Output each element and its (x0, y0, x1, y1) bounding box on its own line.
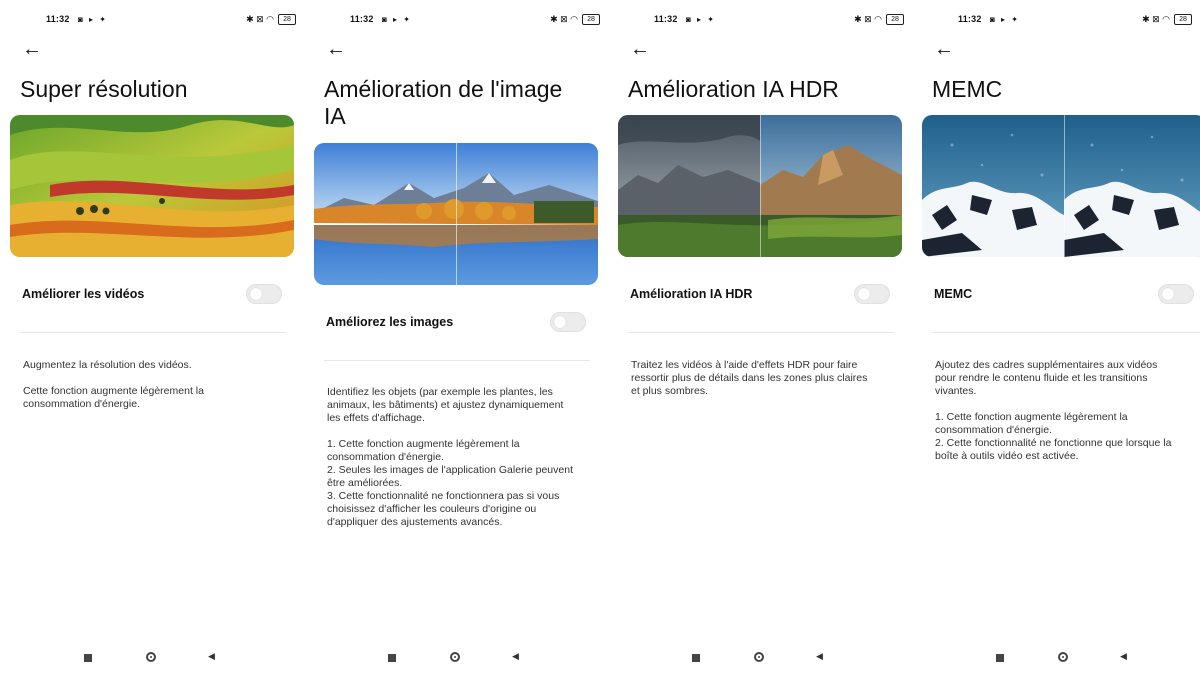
page-title: Amélioration de l'image IA (324, 76, 594, 130)
back-arrow-icon[interactable]: ← (326, 38, 346, 60)
toggle-label: MEMC (934, 287, 973, 301)
description-paragraph: Ajoutez des cadres supplémentaires aux v… (935, 359, 1158, 397)
recents-button[interactable] (84, 654, 92, 662)
navigation-bar: ◀ (912, 648, 1200, 670)
description-paragraph: 1. Cette fonction augmente légèrement la… (327, 438, 573, 528)
notification-icons: ◙ ▸ ✦ (686, 15, 716, 24)
system-icons: ✱ ⊠ ◠ 28 (854, 14, 904, 25)
status-bar: 11:32 ◙ ▸ ✦ ✱ ⊠ ◠ 28 (36, 14, 298, 28)
recents-button[interactable] (388, 654, 396, 662)
description-paragraph: Identifiez les objets (par exemple les p… (327, 386, 564, 424)
switch-knob (1162, 288, 1174, 300)
enhance-images-row[interactable]: Améliorez les images (326, 312, 590, 334)
page-title: Amélioration IA HDR (628, 76, 898, 103)
status-time: 11:32 (46, 14, 70, 24)
system-icons: ✱ ⊠ ◠ 28 (550, 14, 600, 25)
page-title-text: Super résolution (20, 76, 188, 102)
page-title: Super résolution (20, 76, 290, 103)
description: Identifiez les objets (par exemple les p… (327, 386, 589, 529)
switch-knob (858, 288, 870, 300)
description-paragraph: Augmentez la résolution des vidéos. (23, 359, 192, 371)
divider (932, 332, 1200, 333)
description: Traitez les vidéos à l'aide d'effets HDR… (631, 359, 893, 398)
back-button[interactable]: ◀ (1120, 651, 1127, 662)
back-arrow-icon[interactable]: ← (934, 38, 954, 60)
description: Ajoutez des cadres supplémentaires aux v… (935, 359, 1197, 463)
battery-icon: 28 (886, 14, 904, 25)
page-title: MEMC (932, 76, 1200, 103)
back-button[interactable]: ◀ (208, 651, 215, 662)
description-paragraph: Traitez les vidéos à l'aide d'effets HDR… (631, 359, 868, 397)
divider (628, 332, 894, 333)
description: Augmentez la résolution des vidéos. Cett… (23, 359, 285, 411)
back-arrow-icon[interactable]: ← (630, 38, 650, 60)
navigation-bar: ◀ (608, 648, 912, 670)
home-button[interactable] (146, 652, 156, 662)
back-arrow-icon[interactable]: ← (22, 38, 42, 60)
battery-icon: 28 (278, 14, 296, 25)
back-button[interactable]: ◀ (512, 651, 519, 662)
navigation-bar: ◀ (0, 648, 304, 670)
page-title-text: Amélioration IA HDR (628, 76, 839, 102)
page-title-text: MEMC (932, 76, 1003, 102)
recents-button[interactable] (996, 654, 1004, 662)
screen-ai-hdr-enhancement: 11:32 ◙ ▸ ✦ ✱ ⊠ ◠ 28 ← Amélioration IA H… (608, 0, 912, 675)
status-bar: 11:32 ◙ ▸ ✦ ✱ ⊠ ◠ 28 (948, 14, 1194, 28)
battery-icon: 28 (1174, 14, 1192, 25)
enhance-videos-row[interactable]: Améliorer les vidéos (22, 284, 286, 306)
screen-ai-image-enhancement: 11:32 ◙ ▸ ✦ ✱ ⊠ ◠ 28 ← Amélioration de l… (304, 0, 608, 675)
ai-hdr-switch[interactable] (854, 284, 890, 304)
toggle-label: Amélioration IA HDR (630, 287, 753, 301)
description-paragraph: Cette fonction augmente légèrement la co… (23, 385, 204, 410)
home-button[interactable] (1058, 652, 1068, 662)
divider (20, 332, 286, 333)
notification-icons: ◙ ▸ ✦ (382, 15, 412, 24)
notification-icons: ◙ ▸ ✦ (78, 15, 108, 24)
divider (324, 360, 590, 361)
status-bar: 11:32 ◙ ▸ ✦ ✱ ⊠ ◠ 28 (340, 14, 602, 28)
description-paragraph: 1. Cette fonction augmente légèrement la… (935, 411, 1172, 462)
memc-row[interactable]: MEMC (934, 284, 1198, 306)
screen-super-resolution: 11:32 ◙ ▸ ✦ ✱ ⊠ ◠ 28 ← Super résolution … (0, 0, 304, 675)
page-title-text: Amélioration de l'image IA (324, 76, 563, 129)
status-time: 11:32 (958, 14, 982, 24)
enhance-videos-switch[interactable] (246, 284, 282, 304)
status-time: 11:32 (350, 14, 374, 24)
switch-knob (554, 316, 566, 328)
status-bar: 11:32 ◙ ▸ ✦ ✱ ⊠ ◠ 28 (644, 14, 906, 28)
enhance-images-switch[interactable] (550, 312, 586, 332)
switch-knob (250, 288, 262, 300)
preview-image-mountains (618, 115, 902, 257)
navigation-bar: ◀ (304, 648, 608, 670)
system-icons: ✱ ⊠ ◠ 28 (246, 14, 296, 25)
preview-image-lake (314, 143, 598, 285)
toggle-label: Améliorer les vidéos (22, 287, 145, 301)
ai-hdr-row[interactable]: Amélioration IA HDR (630, 284, 894, 306)
status-time: 11:32 (654, 14, 678, 24)
bluetooth-icon: ✱ ⊠ ◠ (854, 14, 882, 24)
battery-icon: 28 (582, 14, 600, 25)
home-button[interactable] (754, 652, 764, 662)
preview-image-snow (922, 115, 1200, 257)
toggle-label: Améliorez les images (326, 315, 454, 329)
home-button[interactable] (450, 652, 460, 662)
back-button[interactable]: ◀ (816, 651, 823, 662)
screen-memc: 11:32 ◙ ▸ ✦ ✱ ⊠ ◠ 28 ← MEMC MEMC Ajoutez… (912, 0, 1200, 675)
system-icons: ✱ ⊠ ◠ 28 (1142, 14, 1192, 25)
bluetooth-icon: ✱ ⊠ ◠ (550, 14, 578, 24)
memc-switch[interactable] (1158, 284, 1194, 304)
recents-button[interactable] (692, 654, 700, 662)
bluetooth-icon: ✱ ⊠ ◠ (1142, 14, 1170, 24)
preview-image-fields (10, 115, 294, 257)
notification-icons: ◙ ▸ ✦ (990, 15, 1020, 24)
bluetooth-icon: ✱ ⊠ ◠ (246, 14, 274, 24)
